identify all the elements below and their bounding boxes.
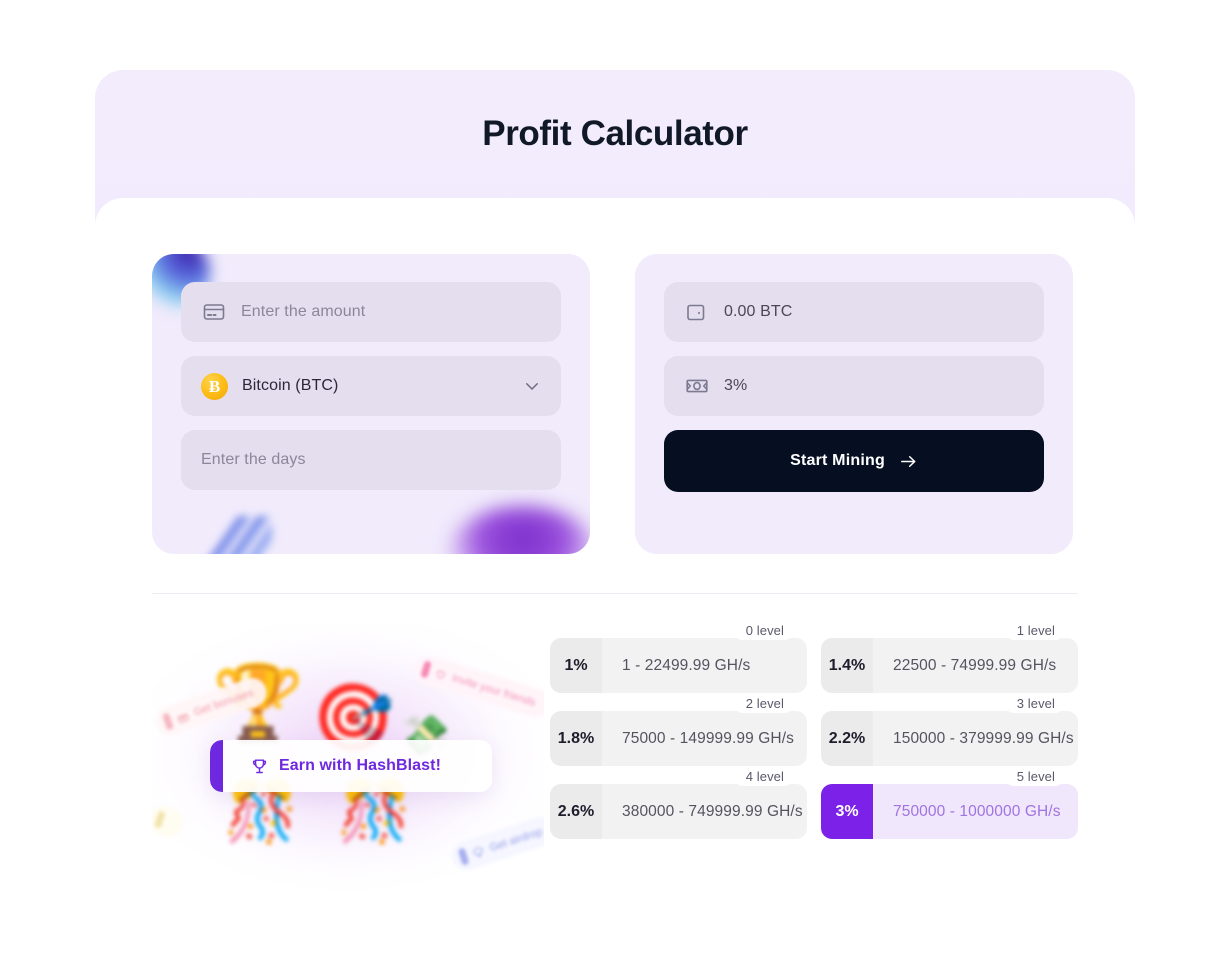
bitcoin-symbol: Ƀ <box>208 376 221 396</box>
rate-value: 3% <box>724 377 748 394</box>
promo-illustration[interactable]: 🏆 🎯 💸 🎊 🎊 G <box>152 624 544 894</box>
payout-field: 0.00 BTC <box>664 282 1044 342</box>
trophy-icon <box>250 757 269 776</box>
tier-level-label: 3 level <box>1004 696 1064 713</box>
page-root: Profit Calculator Enter the amount Ƀ Bit… <box>0 0 1213 966</box>
chip-label: Get airdrop <box>487 825 544 854</box>
tier-row[interactable]: 2 level 1.8% 75000 - 149999.99 GH/s <box>550 696 807 766</box>
tier-percent: 2.6% <box>550 784 602 839</box>
bottom-section: 🏆 🎯 💸 🎊 🎊 G <box>152 594 1078 894</box>
wallet-icon <box>684 299 710 325</box>
calculator-body: Enter the amount Ƀ Bitcoin (BTC) Enter t… <box>95 198 1135 923</box>
chip-bar <box>457 847 470 866</box>
panels-row: Enter the amount Ƀ Bitcoin (BTC) Enter t… <box>152 254 1078 554</box>
tier-percent: 1% <box>550 638 602 693</box>
tier-level-label: 4 level <box>733 769 793 786</box>
days-input-placeholder: Enter the days <box>201 451 306 468</box>
tier-level-label: 0 level <box>733 623 793 640</box>
promo-banner-content: Earn with HashBlast! <box>223 757 441 776</box>
tier-row[interactable]: 1 level 1.4% 22500 - 74999.99 GH/s <box>821 623 1078 693</box>
promo-chip-blank <box>152 802 187 841</box>
tier-percent: 1.8% <box>550 711 602 766</box>
tier-percent: 3% <box>821 784 873 839</box>
tier-percent: 1.4% <box>821 638 873 693</box>
credit-card-icon <box>201 299 227 325</box>
payout-value: 0.00 BTC <box>724 303 793 320</box>
heart-icon <box>434 666 449 681</box>
arrow-right-icon <box>899 452 918 471</box>
days-input[interactable]: Enter the days <box>181 430 561 490</box>
parachute-icon <box>471 844 486 859</box>
start-mining-button[interactable]: Start Mining <box>664 430 1044 492</box>
amount-input-placeholder: Enter the amount <box>241 303 366 320</box>
page-title: Profit Calculator <box>482 114 748 153</box>
tier-row[interactable]: 4 level 2.6% 380000 - 749999.99 GH/s <box>550 769 807 839</box>
tier-range: 380000 - 749999.99 GH/s <box>602 784 807 839</box>
tier-level-label: 5 level <box>1004 769 1064 786</box>
tier-percent: 2.2% <box>821 711 873 766</box>
banknote-icon <box>684 373 710 399</box>
tier-range: 75000 - 149999.99 GH/s <box>602 711 807 766</box>
promo-banner-label: Earn with HashBlast! <box>279 757 442 774</box>
chip-bar <box>153 810 166 829</box>
amount-input[interactable]: Enter the amount <box>181 282 561 342</box>
chip-bar <box>420 660 433 679</box>
currency-select[interactable]: Ƀ Bitcoin (BTC) <box>181 356 561 416</box>
tier-row-active[interactable]: 5 level 3% 750000 - 1000000 GH/s <box>821 769 1078 839</box>
chevron-down-icon[interactable] <box>523 377 541 395</box>
tier-range: 1 - 22499.99 GH/s <box>602 638 807 693</box>
gift-icon <box>175 709 190 724</box>
tier-level-label: 1 level <box>1004 623 1064 640</box>
result-panel: 0.00 BTC 3% Start Mining <box>635 254 1073 554</box>
rate-field: 3% <box>664 356 1044 416</box>
promo-banner[interactable]: Earn with HashBlast! <box>210 740 492 792</box>
profit-calculator-card: Profit Calculator Enter the amount Ƀ Bit… <box>95 70 1135 923</box>
tier-grid: 0 level 1% 1 - 22499.99 GH/s 1 level 1.4… <box>550 623 1078 894</box>
tier-level-label: 2 level <box>733 696 793 713</box>
calculator-header: Profit Calculator <box>95 70 1135 198</box>
tier-range: 22500 - 74999.99 GH/s <box>873 638 1078 693</box>
promo-banner-accent-bar <box>210 740 223 792</box>
tier-row[interactable]: 3 level 2.2% 150000 - 379999.99 GH/s <box>821 696 1078 766</box>
tier-row[interactable]: 0 level 1% 1 - 22499.99 GH/s <box>550 623 807 693</box>
chip-bar <box>161 712 175 731</box>
start-mining-label: Start Mining <box>790 452 885 469</box>
gradient-blob-bottom-right <box>448 506 590 554</box>
tier-range: 150000 - 379999.99 GH/s <box>873 711 1078 766</box>
tier-range: 750000 - 1000000 GH/s <box>873 784 1078 839</box>
bitcoin-icon: Ƀ <box>201 372 228 400</box>
input-panel: Enter the amount Ƀ Bitcoin (BTC) Enter t… <box>152 254 590 554</box>
gradient-arrow-decoration <box>200 516 272 554</box>
currency-select-value: Bitcoin (BTC) <box>242 377 339 394</box>
